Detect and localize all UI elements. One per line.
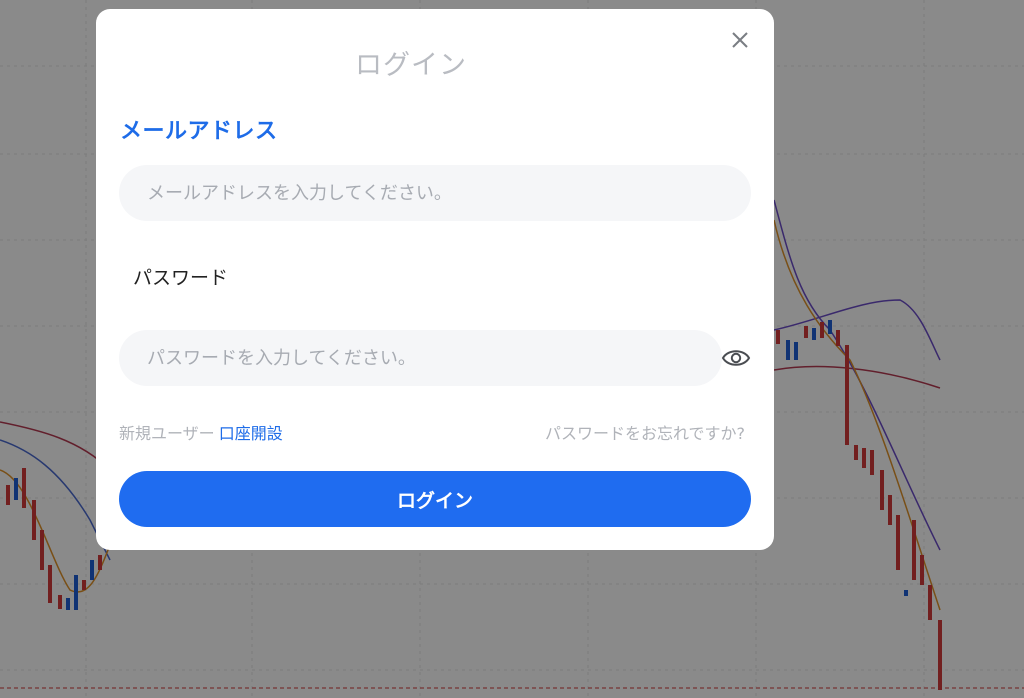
modal-title: ログイン [355,50,467,81]
signup-row: 新規ユーザー 口座開設 [119,420,283,444]
login-button[interactable]: ログイン [119,471,751,527]
signup-link[interactable]: 口座開設 [219,424,283,443]
email-label: メールアドレス [120,119,278,144]
close-icon[interactable] [729,29,751,51]
password-field[interactable] [119,330,722,386]
login-modal: ログイン メールアドレス パスワード 新規ユーザー口座開設 パスワードをお忘れで… [96,9,774,550]
password-label: パスワード [133,267,229,289]
forgot-password-link[interactable]: パスワードをお忘れですか? [545,420,745,444]
email-field[interactable] [119,165,751,221]
eye-icon[interactable] [721,346,751,370]
signup-prefix: 新規ユーザー [119,424,215,443]
